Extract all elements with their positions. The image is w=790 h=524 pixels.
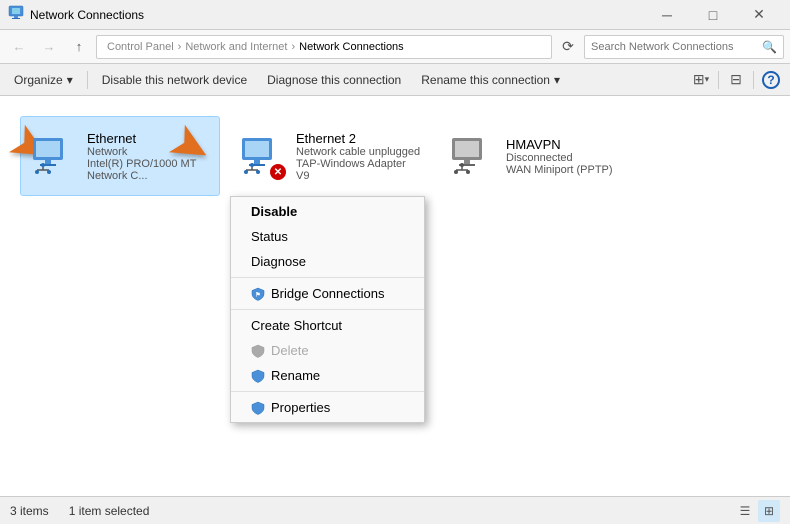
status-menu-label: Status bbox=[251, 229, 288, 244]
ethernet2-type: Network cable unplugged bbox=[296, 146, 422, 158]
view-icon: ⊞ bbox=[693, 71, 705, 88]
forward-button[interactable]: → bbox=[36, 34, 62, 60]
search-box[interactable]: 🔍 bbox=[584, 35, 784, 59]
window-icon bbox=[8, 5, 24, 24]
diagnose-menu-label: Diagnose bbox=[251, 254, 306, 269]
path-sep2: › bbox=[291, 41, 295, 53]
refresh-button[interactable]: ⟳ bbox=[556, 35, 580, 59]
file-area: ➤ ➤ Ethernet Network bbox=[0, 96, 790, 496]
view-arrow-icon: ▾ bbox=[705, 74, 710, 85]
ethernet2-info: Ethernet 2 Network cable unplugged TAP-W… bbox=[296, 131, 422, 182]
path-part1: Control Panel bbox=[107, 41, 174, 53]
context-menu-sep-3 bbox=[231, 391, 424, 392]
rename-menu-label: Rename bbox=[271, 368, 320, 383]
context-menu-item-diagnose[interactable]: Diagnose bbox=[231, 249, 424, 274]
rename-shield-icon bbox=[251, 369, 265, 383]
context-menu-item-status[interactable]: Status bbox=[231, 224, 424, 249]
context-menu-item-rename[interactable]: Rename bbox=[231, 363, 424, 388]
context-menu: Disable Status Diagnose ⚑ Bridge Connect… bbox=[230, 196, 425, 423]
hmavpn-adapter: WAN Miniport (PPTP) bbox=[506, 164, 632, 176]
rename-label: Rename this connection bbox=[421, 73, 550, 87]
context-menu-item-shortcut[interactable]: Create Shortcut bbox=[231, 313, 424, 338]
address-bar: ← → ↑ Control Panel › Network and Intern… bbox=[0, 30, 790, 64]
ethernet-name: Ethernet bbox=[87, 131, 211, 146]
path-current: Network Connections bbox=[299, 41, 404, 53]
status-list-view-button[interactable]: ☰ bbox=[734, 500, 756, 522]
context-menu-item-delete[interactable]: Delete bbox=[231, 338, 424, 363]
back-button[interactable]: ← bbox=[6, 34, 32, 60]
rename-button[interactable]: Rename this connection ▾ bbox=[413, 67, 568, 93]
item-selected: 1 item selected bbox=[69, 504, 150, 518]
properties-shield-icon bbox=[251, 401, 265, 415]
toolbar-separator-1 bbox=[87, 71, 88, 89]
maximize-button[interactable]: □ bbox=[690, 0, 736, 30]
up-button[interactable]: ↑ bbox=[66, 34, 92, 60]
context-menu-item-properties[interactable]: Properties bbox=[231, 395, 424, 420]
search-input[interactable] bbox=[591, 41, 758, 53]
window-controls: ─ □ ✕ bbox=[644, 0, 782, 30]
context-menu-item-disable[interactable]: Disable bbox=[231, 199, 424, 224]
shortcut-menu-label: Create Shortcut bbox=[251, 318, 342, 333]
network-item-hmavpn[interactable]: HMAVPN Disconnected WAN Miniport (PPTP) bbox=[440, 116, 640, 196]
view-options-button[interactable]: ⊞ ▾ bbox=[688, 67, 714, 93]
svg-text:⚑: ⚑ bbox=[255, 291, 260, 298]
toolbar-separator-2 bbox=[718, 71, 719, 89]
rename-arrow: ▾ bbox=[554, 73, 560, 87]
ethernet-icon bbox=[29, 132, 77, 180]
ethernet-adapter: Intel(R) PRO/1000 MT Network C... bbox=[87, 158, 211, 182]
hmavpn-type: Disconnected bbox=[506, 152, 632, 164]
close-button[interactable]: ✕ bbox=[736, 0, 782, 30]
context-menu-sep-2 bbox=[231, 309, 424, 310]
toolbar-separator-3 bbox=[753, 71, 754, 89]
title-bar: Network Connections ─ □ ✕ bbox=[0, 0, 790, 30]
diagnose-label: Diagnose this connection bbox=[267, 73, 401, 87]
network-item-ethernet[interactable]: Ethernet Network Intel(R) PRO/1000 MT Ne… bbox=[20, 116, 220, 196]
minimize-button[interactable]: ─ bbox=[644, 0, 690, 30]
ethernet2-adapter: TAP-Windows Adapter V9 bbox=[296, 158, 422, 182]
item-count: 3 items bbox=[10, 504, 49, 518]
ethernet2-name: Ethernet 2 bbox=[296, 131, 422, 146]
organize-button[interactable]: Organize ▾ bbox=[6, 67, 81, 93]
diagnose-button[interactable]: Diagnose this connection bbox=[259, 67, 409, 93]
window-title: Network Connections bbox=[30, 8, 644, 22]
disable-label: Disable this network device bbox=[102, 73, 247, 87]
bridge-shield-icon: ⚑ bbox=[251, 287, 265, 301]
status-bar-right: ☰ ⊞ bbox=[734, 500, 780, 522]
path-part2: Network and Internet bbox=[185, 41, 287, 53]
network-item-ethernet2[interactable]: ✕ Ethernet 2 Network cable unplugged TAP… bbox=[230, 116, 430, 196]
disable-menu-label: Disable bbox=[251, 204, 297, 219]
hmavpn-info: HMAVPN Disconnected WAN Miniport (PPTP) bbox=[506, 137, 632, 176]
main-content: ➤ ➤ Ethernet Network bbox=[0, 96, 790, 496]
search-icon: 🔍 bbox=[762, 40, 777, 54]
hmavpn-name: HMAVPN bbox=[506, 137, 632, 152]
context-menu-item-bridge[interactable]: ⚑ Bridge Connections bbox=[231, 281, 424, 306]
toolbar: Organize ▾ Disable this network device D… bbox=[0, 64, 790, 96]
disconnected-x-icon: ✕ bbox=[270, 164, 286, 180]
path-sep1: › bbox=[178, 41, 182, 53]
organize-label: Organize bbox=[14, 73, 63, 87]
context-menu-sep-1 bbox=[231, 277, 424, 278]
address-path[interactable]: Control Panel › Network and Internet › N… bbox=[96, 35, 552, 59]
view-toggle-button[interactable]: ⊟ bbox=[723, 67, 749, 93]
status-bar: 3 items 1 item selected ☰ ⊞ bbox=[0, 496, 790, 524]
ethernet-type: Network bbox=[87, 146, 211, 158]
view-toggle-icon: ⊟ bbox=[730, 71, 742, 88]
disable-button[interactable]: Disable this network device bbox=[94, 67, 255, 93]
help-icon: ? bbox=[762, 71, 780, 89]
delete-menu-label: Delete bbox=[271, 343, 309, 358]
ethernet2-icon: ✕ bbox=[238, 132, 286, 180]
delete-shield-icon bbox=[251, 344, 265, 358]
organize-arrow: ▾ bbox=[67, 73, 73, 87]
status-grid-view-button[interactable]: ⊞ bbox=[758, 500, 780, 522]
bridge-menu-label: Bridge Connections bbox=[271, 286, 384, 301]
ethernet-info: Ethernet Network Intel(R) PRO/1000 MT Ne… bbox=[87, 131, 211, 182]
hmavpn-icon bbox=[448, 132, 496, 180]
properties-menu-label: Properties bbox=[271, 400, 330, 415]
toolbar-right: ⊞ ▾ ⊟ ? bbox=[688, 67, 784, 93]
help-button[interactable]: ? bbox=[758, 67, 784, 93]
